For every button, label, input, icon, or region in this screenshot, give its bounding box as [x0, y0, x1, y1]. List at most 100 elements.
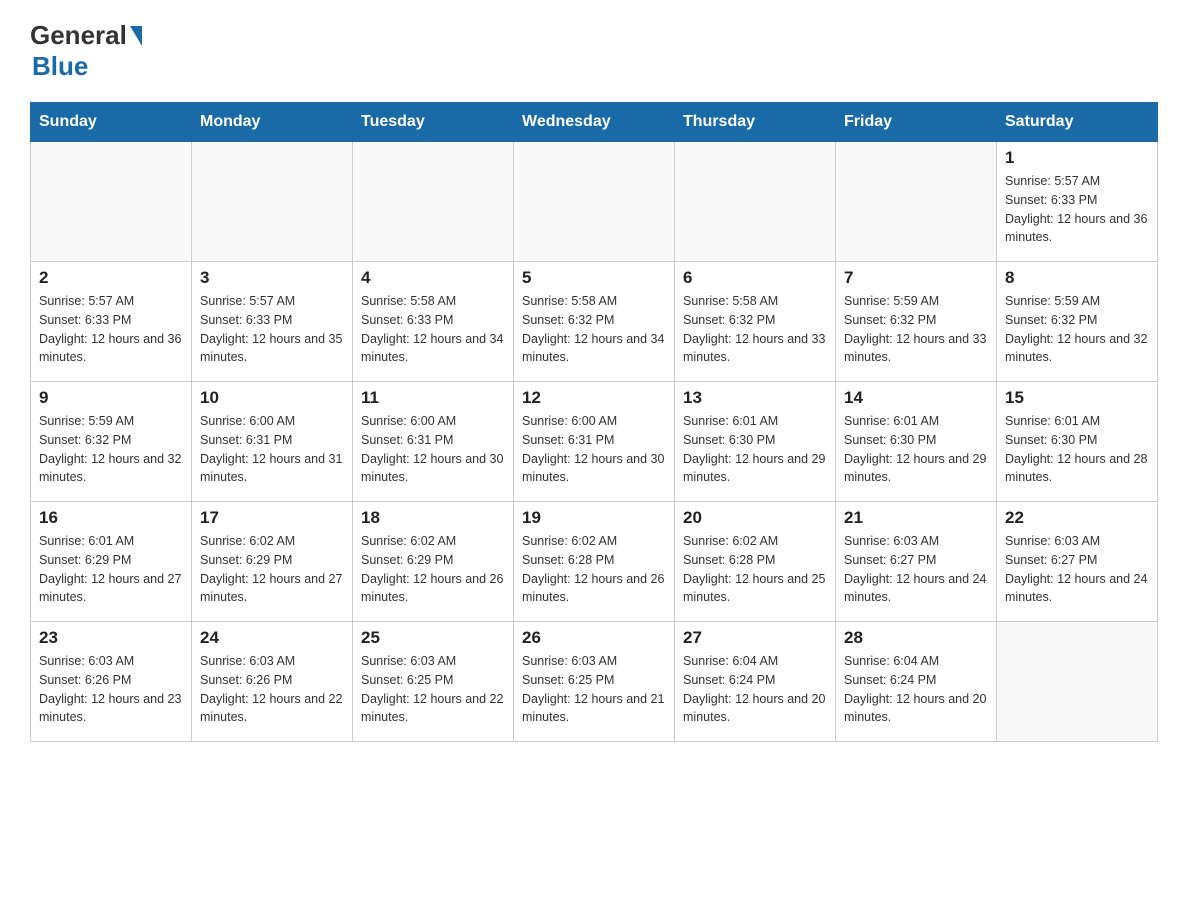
day-number: 23: [39, 628, 183, 648]
day-info: Sunrise: 6:02 AMSunset: 6:28 PMDaylight:…: [522, 532, 666, 607]
day-of-week-header: Monday: [192, 103, 353, 142]
day-info: Sunrise: 6:03 AMSunset: 6:26 PMDaylight:…: [39, 652, 183, 727]
day-number: 26: [522, 628, 666, 648]
day-info: Sunrise: 6:04 AMSunset: 6:24 PMDaylight:…: [683, 652, 827, 727]
day-info: Sunrise: 6:02 AMSunset: 6:29 PMDaylight:…: [200, 532, 344, 607]
day-info: Sunrise: 6:03 AMSunset: 6:25 PMDaylight:…: [361, 652, 505, 727]
calendar-day-cell: 1Sunrise: 5:57 AMSunset: 6:33 PMDaylight…: [997, 142, 1158, 262]
calendar-day-cell: [675, 142, 836, 262]
calendar-day-cell: [192, 142, 353, 262]
day-info: Sunrise: 6:01 AMSunset: 6:30 PMDaylight:…: [844, 412, 988, 487]
day-of-week-header: Saturday: [997, 103, 1158, 142]
day-number: 22: [1005, 508, 1149, 528]
calendar-table: SundayMondayTuesdayWednesdayThursdayFrid…: [30, 102, 1158, 742]
day-number: 28: [844, 628, 988, 648]
day-number: 25: [361, 628, 505, 648]
day-of-week-header: Sunday: [31, 103, 192, 142]
calendar-header: SundayMondayTuesdayWednesdayThursdayFrid…: [31, 103, 1158, 142]
calendar-day-cell: 12Sunrise: 6:00 AMSunset: 6:31 PMDayligh…: [514, 382, 675, 502]
calendar-day-cell: 20 Sunrise: 6:02 AMSunset: 6:28 PMDayligh…: [675, 502, 836, 622]
logo-arrow-icon: [130, 26, 142, 46]
header: General Blue: [30, 20, 1158, 82]
calendar-week-row: 1Sunrise: 5:57 AMSunset: 6:33 PMDaylight…: [31, 142, 1158, 262]
calendar-day-cell: 27 Sunrise: 6:04 AMSunset: 6:24 PMDayligh…: [675, 622, 836, 742]
calendar-day-cell: 28 Sunrise: 6:04 AMSunset: 6:24 PMDayligh…: [836, 622, 997, 742]
calendar-day-cell: 22 Sunrise: 6:03 AMSunset: 6:27 PMDayligh…: [997, 502, 1158, 622]
calendar-day-cell: 3 Sunrise: 5:57 AMSunset: 6:33 PMDaylight…: [192, 262, 353, 382]
calendar-day-cell: 9 Sunrise: 5:59 AMSunset: 6:32 PMDaylight…: [31, 382, 192, 502]
calendar-day-cell: 6 Sunrise: 5:58 AMSunset: 6:32 PMDaylight…: [675, 262, 836, 382]
day-number: 15: [1005, 388, 1149, 408]
calendar-day-cell: 10 Sunrise: 6:00 AMSunset: 6:31 PMDayligh…: [192, 382, 353, 502]
day-info: Sunrise: 5:59 AMSunset: 6:32 PMDaylight:…: [844, 292, 988, 367]
calendar-day-cell: 18Sunrise: 6:02 AMSunset: 6:29 PMDayligh…: [353, 502, 514, 622]
day-number: 2: [39, 268, 183, 288]
day-info: Sunrise: 5:59 AMSunset: 6:32 PMDaylight:…: [39, 412, 183, 487]
day-number: 20: [683, 508, 827, 528]
calendar-day-cell: 15 Sunrise: 6:01 AMSunset: 6:30 PMDayligh…: [997, 382, 1158, 502]
day-number: 5: [522, 268, 666, 288]
day-number: 13: [683, 388, 827, 408]
calendar-week-row: 2 Sunrise: 5:57 AMSunset: 6:33 PMDaylight…: [31, 262, 1158, 382]
day-number: 9: [39, 388, 183, 408]
calendar-day-cell: 4Sunrise: 5:58 AMSunset: 6:33 PMDaylight…: [353, 262, 514, 382]
calendar-body: 1Sunrise: 5:57 AMSunset: 6:33 PMDaylight…: [31, 142, 1158, 742]
day-number: 8: [1005, 268, 1149, 288]
logo-blue-text: Blue: [30, 51, 88, 82]
day-of-week-header: Friday: [836, 103, 997, 142]
calendar-day-cell: [353, 142, 514, 262]
day-number: 17: [200, 508, 344, 528]
calendar-day-cell: 26 Sunrise: 6:03 AMSunset: 6:25 PMDayligh…: [514, 622, 675, 742]
day-number: 7: [844, 268, 988, 288]
day-info: Sunrise: 6:03 AMSunset: 6:27 PMDaylight:…: [844, 532, 988, 607]
day-info: Sunrise: 6:00 AMSunset: 6:31 PMDaylight:…: [361, 412, 505, 487]
day-info: Sunrise: 5:58 AMSunset: 6:32 PMDaylight:…: [522, 292, 666, 367]
calendar-week-row: 23 Sunrise: 6:03 AMSunset: 6:26 PMDayligh…: [31, 622, 1158, 742]
day-number: 11: [361, 388, 505, 408]
day-number: 6: [683, 268, 827, 288]
calendar-day-cell: 7 Sunrise: 5:59 AMSunset: 6:32 PMDaylight…: [836, 262, 997, 382]
day-number: 3: [200, 268, 344, 288]
day-info: Sunrise: 5:57 AMSunset: 6:33 PMDaylight:…: [200, 292, 344, 367]
day-number: 10: [200, 388, 344, 408]
calendar-day-cell: 25 Sunrise: 6:03 AMSunset: 6:25 PMDayligh…: [353, 622, 514, 742]
day-info: Sunrise: 6:03 AMSunset: 6:27 PMDaylight:…: [1005, 532, 1149, 607]
calendar-day-cell: 23 Sunrise: 6:03 AMSunset: 6:26 PMDayligh…: [31, 622, 192, 742]
day-number: 27: [683, 628, 827, 648]
day-info: Sunrise: 5:57 AMSunset: 6:33 PMDaylight:…: [1005, 172, 1149, 247]
day-info: Sunrise: 6:03 AMSunset: 6:25 PMDaylight:…: [522, 652, 666, 727]
day-info: Sunrise: 5:58 AMSunset: 6:32 PMDaylight:…: [683, 292, 827, 367]
calendar-day-cell: 17 Sunrise: 6:02 AMSunset: 6:29 PMDayligh…: [192, 502, 353, 622]
calendar-week-row: 16Sunrise: 6:01 AMSunset: 6:29 PMDayligh…: [31, 502, 1158, 622]
day-info: Sunrise: 6:00 AMSunset: 6:31 PMDaylight:…: [200, 412, 344, 487]
day-info: Sunrise: 5:57 AMSunset: 6:33 PMDaylight:…: [39, 292, 183, 367]
calendar-day-cell: 19 Sunrise: 6:02 AMSunset: 6:28 PMDayligh…: [514, 502, 675, 622]
calendar-day-cell: [31, 142, 192, 262]
day-of-week-header: Wednesday: [514, 103, 675, 142]
day-number: 14: [844, 388, 988, 408]
calendar-day-cell: 14 Sunrise: 6:01 AMSunset: 6:30 PMDayligh…: [836, 382, 997, 502]
day-info: Sunrise: 6:01 AMSunset: 6:30 PMDaylight:…: [683, 412, 827, 487]
day-info: Sunrise: 6:00 AMSunset: 6:31 PMDaylight:…: [522, 412, 666, 487]
day-number: 21: [844, 508, 988, 528]
calendar-day-cell: 16Sunrise: 6:01 AMSunset: 6:29 PMDayligh…: [31, 502, 192, 622]
calendar-day-cell: 24Sunrise: 6:03 AMSunset: 6:26 PMDayligh…: [192, 622, 353, 742]
day-info: Sunrise: 6:02 AMSunset: 6:29 PMDaylight:…: [361, 532, 505, 607]
calendar-day-cell: [997, 622, 1158, 742]
day-number: 19: [522, 508, 666, 528]
logo-blue-word: Blue: [32, 51, 88, 81]
calendar-day-cell: 11 Sunrise: 6:00 AMSunset: 6:31 PMDayligh…: [353, 382, 514, 502]
day-info: Sunrise: 6:01 AMSunset: 6:30 PMDaylight:…: [1005, 412, 1149, 487]
calendar-day-cell: 8Sunrise: 5:59 AMSunset: 6:32 PMDaylight…: [997, 262, 1158, 382]
day-number: 16: [39, 508, 183, 528]
calendar-day-cell: [514, 142, 675, 262]
day-number: 24: [200, 628, 344, 648]
calendar-day-cell: 5 Sunrise: 5:58 AMSunset: 6:32 PMDaylight…: [514, 262, 675, 382]
day-info: Sunrise: 6:02 AMSunset: 6:28 PMDaylight:…: [683, 532, 827, 607]
day-of-week-header: Tuesday: [353, 103, 514, 142]
calendar-day-cell: 2 Sunrise: 5:57 AMSunset: 6:33 PMDaylight…: [31, 262, 192, 382]
calendar-week-row: 9 Sunrise: 5:59 AMSunset: 6:32 PMDaylight…: [31, 382, 1158, 502]
logo-general-text: General: [30, 20, 142, 51]
days-of-week-row: SundayMondayTuesdayWednesdayThursdayFrid…: [31, 103, 1158, 142]
day-info: Sunrise: 6:04 AMSunset: 6:24 PMDaylight:…: [844, 652, 988, 727]
